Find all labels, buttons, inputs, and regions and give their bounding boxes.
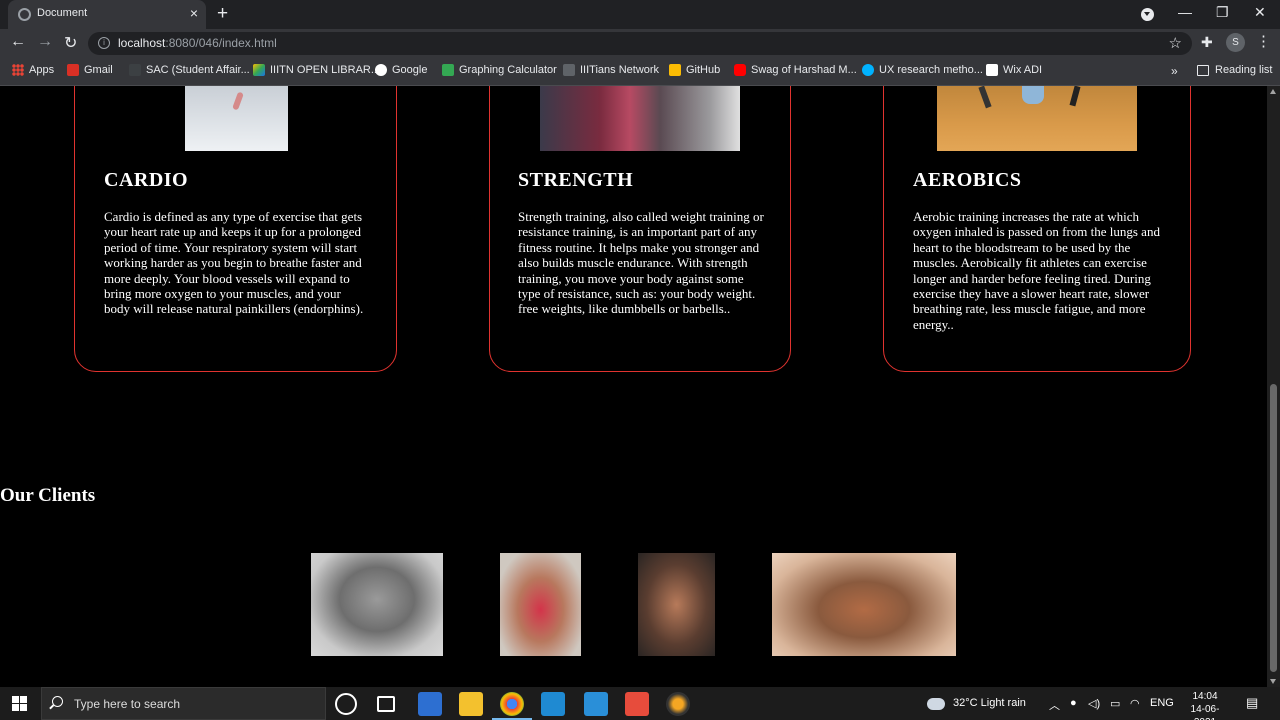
address-bar[interactable]: i localhost:8080/046/index.html ☆: [88, 32, 1192, 55]
minimize-icon[interactable]: —: [1178, 4, 1192, 20]
bookmark-youtube[interactable]: Swag of Harshad M...: [734, 64, 857, 76]
new-tab-button[interactable]: +: [217, 3, 228, 25]
microphone-icon[interactable]: ●: [1070, 697, 1077, 709]
info-icon[interactable]: i: [98, 37, 110, 49]
bookmark-google[interactable]: Google: [375, 64, 427, 76]
settings-gear-icon[interactable]: [666, 692, 690, 716]
clients-heading: Our Clients: [0, 485, 96, 506]
sac-icon: [129, 64, 141, 76]
bookmark-github[interactable]: GitHub: [669, 64, 720, 76]
client-photo: [500, 553, 581, 656]
clock[interactable]: 14:04 14-06-2021: [1180, 690, 1230, 720]
bookmarks-bar: Apps Gmail SAC (Student Affair... IIITN …: [0, 58, 1280, 86]
close-window-icon[interactable]: ✕: [1254, 4, 1266, 21]
card-title: CARDIO: [104, 169, 189, 191]
card-text: Strength training, also called weight tr…: [518, 209, 764, 317]
extensions-icon[interactable]: ✚: [1201, 34, 1213, 51]
page-scrollbar[interactable]: [1267, 86, 1280, 687]
bookmark-star-icon[interactable]: ☆: [1169, 34, 1182, 52]
file-explorer-icon[interactable]: [459, 692, 483, 716]
scroll-thumb[interactable]: [1270, 384, 1277, 672]
tab-bar: Document × + — ❐ ✕: [0, 0, 1280, 29]
aerobics-image: [937, 86, 1137, 151]
card-title: AEROBICS: [913, 169, 1022, 191]
show-hidden-icons[interactable]: ︿: [1049, 697, 1060, 713]
card-title: STRENGTH: [518, 169, 634, 191]
bookmark-graphing-calculator[interactable]: Graphing Calculator: [442, 64, 557, 76]
card-cardio: CARDIO Cardio is defined as any type of …: [74, 86, 397, 372]
tab-title: Document: [37, 7, 88, 19]
windows-start-icon[interactable]: [12, 696, 27, 711]
cortana-icon[interactable]: [335, 693, 357, 715]
taskbar-search-box[interactable]: Type here to search: [41, 687, 326, 720]
forward-icon[interactable]: →: [37, 33, 53, 51]
wifi-icon[interactable]: ◠: [1130, 697, 1140, 710]
bookmark-ux-research[interactable]: UX research metho...: [862, 64, 983, 76]
bookmark-wix-adi[interactable]: Wix ADI: [986, 64, 1042, 76]
restore-icon[interactable]: ❐: [1216, 4, 1229, 21]
store-icon[interactable]: [418, 692, 442, 716]
network-icon: [563, 64, 575, 76]
globe-icon: [18, 8, 31, 21]
bookmark-apps[interactable]: Apps: [12, 64, 54, 76]
youtube-icon: [734, 64, 746, 76]
cardio-image: [185, 86, 288, 151]
scroll-up-icon[interactable]: [1270, 89, 1276, 94]
clock-time: 14:04: [1192, 691, 1218, 702]
close-tab-icon[interactable]: ×: [190, 5, 198, 21]
vscode-icon[interactable]: [541, 692, 565, 716]
volume-icon[interactable]: ◁): [1088, 697, 1100, 710]
page-viewport: CARDIO Cardio is defined as any type of …: [0, 86, 1267, 687]
weather-text[interactable]: 32°C Light rain: [953, 697, 1026, 709]
reading-list-button[interactable]: Reading list: [1197, 64, 1272, 76]
card-text: Aerobic training increases the rate at w…: [913, 209, 1160, 332]
back-icon[interactable]: ←: [10, 33, 26, 51]
url-text: localhost:8080/046/index.html: [118, 36, 277, 50]
strength-image: [540, 86, 740, 151]
bookmark-iiitians-network[interactable]: IIITians Network: [563, 64, 659, 76]
bookmark-library[interactable]: IIITN OPEN LIBRAR...: [253, 64, 380, 76]
tab-search-icon[interactable]: [1141, 8, 1154, 21]
desmos-icon: [442, 64, 454, 76]
scroll-down-icon[interactable]: [1270, 679, 1276, 684]
search-icon: [52, 696, 63, 707]
ux-icon: [862, 64, 874, 76]
chrome-icon[interactable]: [500, 692, 524, 716]
browser-toolbar: ← → ↻ i localhost:8080/046/index.html ☆ …: [0, 29, 1280, 58]
google-icon: [375, 64, 387, 76]
card-text: Cardio is defined as any type of exercis…: [104, 209, 364, 317]
client-photo: [638, 553, 715, 656]
language-indicator[interactable]: ENG: [1150, 697, 1174, 709]
apps-grid-icon: [12, 64, 24, 76]
profile-avatar[interactable]: S: [1226, 33, 1245, 52]
more-bookmarks-icon[interactable]: »: [1171, 64, 1178, 78]
card-aerobics: AEROBICS Aerobic training increases the …: [883, 86, 1191, 372]
mail-icon[interactable]: [584, 692, 608, 716]
gmail-icon: [67, 64, 79, 76]
browser-tab[interactable]: Document ×: [8, 0, 206, 29]
client-photo: [311, 553, 443, 656]
wix-icon: [986, 64, 998, 76]
clock-date: 14-06-2021: [1190, 704, 1220, 720]
drive-icon: [253, 64, 265, 76]
cloud-rain-icon: [927, 698, 945, 710]
anydesk-icon[interactable]: [625, 692, 649, 716]
folder-icon: [669, 64, 681, 76]
taskbar: Type here to search 32°C Light rain ︿ ● …: [0, 687, 1280, 720]
task-view-icon[interactable]: [377, 696, 395, 712]
battery-icon[interactable]: ▭: [1110, 697, 1120, 710]
client-photo: [772, 553, 956, 656]
menu-icon[interactable]: ⋮: [1256, 32, 1271, 50]
card-strength: STRENGTH Strength training, also called …: [489, 86, 791, 372]
bookmark-gmail[interactable]: Gmail: [67, 64, 113, 76]
bookmark-sac[interactable]: SAC (Student Affair...: [129, 64, 250, 76]
notifications-icon[interactable]: ▤: [1246, 695, 1258, 711]
reload-icon[interactable]: ↻: [64, 33, 77, 53]
reading-list-icon: [1197, 64, 1209, 76]
